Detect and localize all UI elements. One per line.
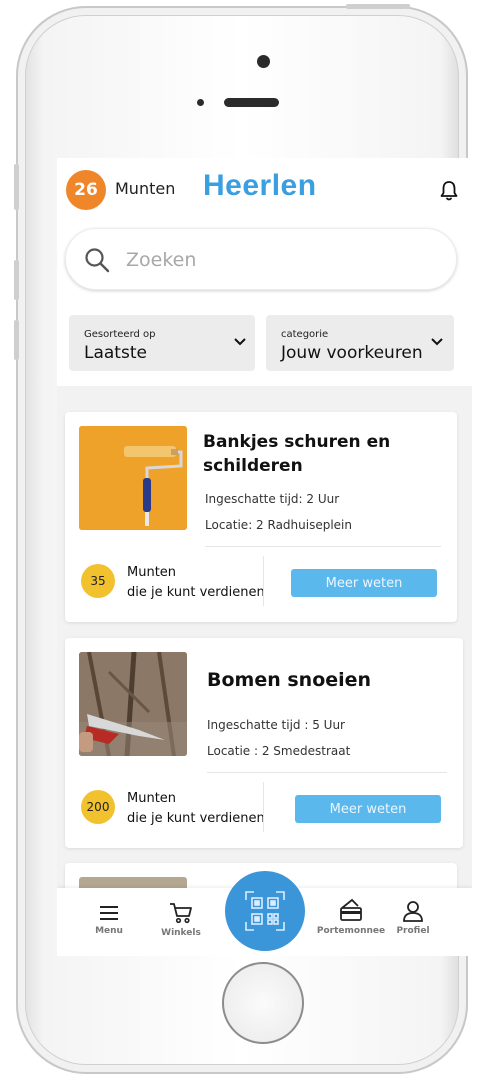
tab-label: Profiel	[396, 926, 430, 936]
volume-up-button	[14, 260, 19, 300]
wallet-icon	[340, 898, 362, 921]
task-image-paint-roller	[79, 426, 187, 530]
app-screen: 26 Munten Heerlen Gesorteerd op Laatste …	[57, 158, 472, 956]
reward-coins-badge: 200	[81, 790, 115, 824]
sort-value: Laatste	[84, 343, 147, 363]
earpiece-speaker	[224, 98, 279, 107]
tab-profile[interactable]: Profiel	[391, 900, 435, 936]
search-input[interactable]	[124, 243, 428, 277]
scan-qr-button[interactable]	[225, 871, 305, 951]
page-title: Heerlen	[203, 169, 317, 202]
proximity-sensor	[197, 99, 204, 106]
sort-label: Gesorteerd op	[84, 329, 156, 340]
coins-label: Munten	[115, 179, 176, 198]
power-button	[346, 4, 410, 9]
tab-menu[interactable]: Menu	[89, 904, 129, 936]
app-header: 26 Munten Heerlen Gesorteerd op Laatste …	[57, 158, 472, 386]
bell-icon[interactable]	[439, 180, 459, 202]
divider	[263, 782, 264, 832]
task-card[interactable]: Bankjes schuren en schilderen Ingeschatt…	[65, 412, 457, 622]
task-title: Bankjes schuren en schilderen	[203, 432, 391, 476]
coin-balance-badge: 26	[66, 170, 106, 210]
user-icon	[403, 901, 423, 922]
cart-icon	[170, 903, 192, 924]
reward-coins-badge: 35	[81, 564, 115, 598]
volume-down-button	[14, 320, 19, 360]
task-image-pruning-shears	[79, 652, 187, 756]
reward-text: Munten die je kunt verdienen	[127, 565, 265, 600]
qr-code-icon	[245, 891, 285, 931]
home-button[interactable]	[222, 962, 304, 1044]
reward-text: Munten die je kunt verdienen	[127, 791, 265, 826]
more-info-button[interactable]: Meer weten	[291, 569, 437, 597]
category-value: Jouw voorkeuren	[281, 343, 423, 363]
task-title: Bomen snoeien	[207, 669, 372, 691]
tab-label: Winkels	[161, 928, 201, 938]
task-location: Locatie : 2 Smedestraat	[207, 744, 351, 758]
category-label: categorie	[281, 329, 329, 340]
menu-icon	[100, 906, 118, 920]
front-camera	[257, 55, 270, 68]
tab-label: Portemonnee	[316, 926, 386, 936]
task-time: Ingeschatte tijd : 5 Uur	[207, 718, 345, 732]
task-location: Locatie: 2 Radhuiseplein	[205, 518, 352, 532]
silent-switch	[14, 164, 19, 210]
chevron-down-icon	[431, 338, 443, 346]
divider	[205, 546, 441, 547]
tab-shops[interactable]: Winkels	[155, 902, 207, 938]
sort-dropdown[interactable]: Gesorteerd op Laatste	[69, 315, 255, 371]
tab-label: Menu	[95, 926, 123, 936]
chevron-down-icon	[234, 338, 246, 346]
search-icon	[85, 248, 110, 273]
task-time: Ingeschatte tijd: 2 Uur	[205, 492, 340, 506]
search-bar[interactable]	[65, 228, 457, 290]
task-card[interactable]: Bomen snoeien Ingeschatte tijd : 5 Uur L…	[65, 638, 463, 848]
more-info-button[interactable]: Meer weten	[295, 795, 441, 823]
category-dropdown[interactable]: categorie Jouw voorkeuren	[266, 315, 454, 371]
divider	[263, 556, 264, 606]
tab-wallet[interactable]: Portemonnee	[311, 898, 391, 936]
divider	[207, 772, 447, 773]
